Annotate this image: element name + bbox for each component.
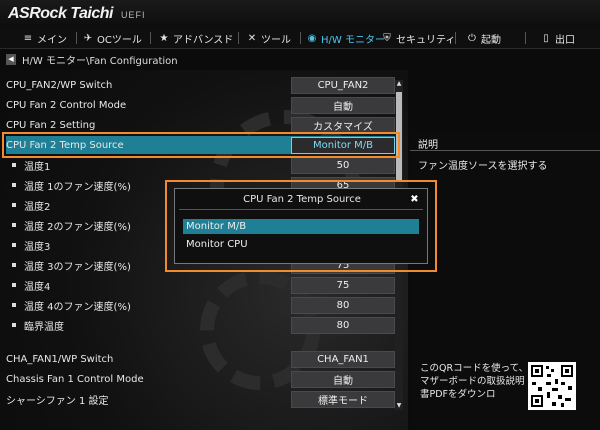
description-text: ファン温度ソースを選択する (418, 161, 548, 172)
tab-boot[interactable]: ⏻ 起動 (466, 28, 501, 48)
setting-label: 温度 1のファン速度(%) (24, 181, 131, 193)
setting-value[interactable]: 80 (291, 296, 395, 314)
main-nav: ≡ メイン ✈ OCツール ★ アドバンスド ✕ ツール ◉ H/W モニター ⛨ セキュリ… (0, 28, 600, 49)
setting-value[interactable]: 自動 (291, 96, 395, 114)
setting-value[interactable]: CHA_FAN1 (291, 350, 395, 368)
exit-door-icon: ▯ (543, 32, 549, 44)
monitor-icon: ◉ (307, 32, 317, 44)
setting-value[interactable]: 50 (291, 156, 395, 174)
setting-label: Chassis Fan 1 Control Mode (6, 373, 144, 385)
star-icon: ★ (159, 32, 169, 44)
setting-row[interactable]: 温度4 75 (6, 276, 401, 294)
shield-icon: ⛨ (383, 32, 391, 44)
bullet-icon (12, 243, 16, 247)
bullet-icon (12, 203, 16, 207)
bullet-icon (12, 303, 16, 307)
setting-label: 温度 4のファン速度(%) (24, 301, 131, 313)
setting-label: 温度1 (24, 161, 51, 173)
menu-icon: ≡ (23, 32, 33, 44)
setting-row[interactable]: 温度 4のファン速度(%) 80 (6, 296, 401, 314)
highlight-popup (165, 180, 437, 272)
setting-value[interactable]: 75 (291, 276, 395, 294)
bullet-icon (12, 223, 16, 227)
divider (410, 150, 600, 151)
setting-value[interactable]: 80 (291, 316, 395, 334)
back-arrow-icon[interactable]: ◀ (6, 53, 16, 65)
qr-code (528, 362, 576, 410)
setting-label: シャーシファン 1 設定 (6, 395, 109, 407)
breadcrumb: ◀ H/W モニター\Fan Configuration (6, 52, 178, 67)
setting-value[interactable]: カスタマイズ (291, 116, 395, 134)
tab-oc-tweaker[interactable]: ✈ OCツール (82, 28, 142, 48)
asrock-taichi-logo: ASRock Taichi UEFI (8, 5, 146, 22)
setting-label: CPU Fan 2 Setting (6, 119, 96, 131)
setting-row[interactable]: シャーシファン 1 設定 標準モード (6, 390, 401, 408)
setting-row[interactable]: 臨界温度 80 (6, 316, 401, 334)
setting-label: 臨界温度 (24, 321, 64, 333)
setting-row[interactable]: CPU_FAN2/WP Switch CPU_FAN2 (6, 76, 401, 94)
qr-caption: このQRコードを使って、マザーボードの取扱説明書PDFをダウンロ (420, 363, 529, 400)
setting-label: CPU Fan 2 Control Mode (6, 99, 127, 111)
tab-tool[interactable]: ✕ ツール (246, 28, 291, 48)
tab-advanced[interactable]: ★ アドバンスド (158, 28, 234, 48)
setting-label: CPU_FAN2/WP Switch (6, 79, 113, 91)
setting-label: CHA_FAN1/WP Switch (6, 353, 114, 365)
bullet-icon (12, 323, 16, 327)
bullet-icon (12, 183, 16, 187)
scroll-down-icon[interactable]: ▼ (395, 402, 403, 410)
highlight-selected-row (2, 132, 400, 158)
setting-value[interactable]: 自動 (291, 370, 395, 388)
tab-hw-monitor[interactable]: ◉ H/W モニター (306, 28, 385, 48)
top-bar: ASRock Taichi UEFI (0, 0, 600, 28)
breadcrumb-path: H/W モニター\Fan Configuration (22, 55, 178, 67)
bullet-icon (12, 163, 16, 167)
plane-icon: ✈ (83, 32, 93, 44)
bullet-icon (12, 283, 16, 287)
scroll-up-icon[interactable]: ▲ (395, 80, 403, 88)
setting-label: 温度4 (24, 281, 51, 293)
setting-row[interactable]: Chassis Fan 1 Control Mode 自動 (6, 370, 401, 388)
uefi-label: UEFI (120, 10, 146, 20)
setting-value[interactable]: 標準モード (291, 390, 395, 408)
setting-label: 温度3 (24, 241, 51, 253)
tools-icon: ✕ (247, 32, 257, 44)
setting-label: 温度 2のファン速度(%) (24, 221, 131, 233)
setting-row[interactable]: CHA_FAN1/WP Switch CHA_FAN1 (6, 350, 401, 368)
setting-row[interactable]: 温度1 50 (6, 156, 401, 174)
power-icon: ⏻ (468, 32, 476, 44)
bullet-icon (12, 263, 16, 267)
setting-row[interactable]: CPU Fan 2 Control Mode 自動 (6, 96, 401, 114)
setting-label: 温度 3のファン速度(%) (24, 261, 131, 273)
description-title: 説明 (418, 140, 438, 151)
tab-security[interactable]: ⛨ セキュリティ (381, 28, 455, 48)
tab-exit[interactable]: ▯ 出口 (540, 28, 575, 48)
tab-main[interactable]: ≡ メイン (22, 28, 67, 48)
setting-value[interactable]: CPU_FAN2 (291, 76, 395, 94)
setting-label: 温度2 (24, 201, 51, 213)
